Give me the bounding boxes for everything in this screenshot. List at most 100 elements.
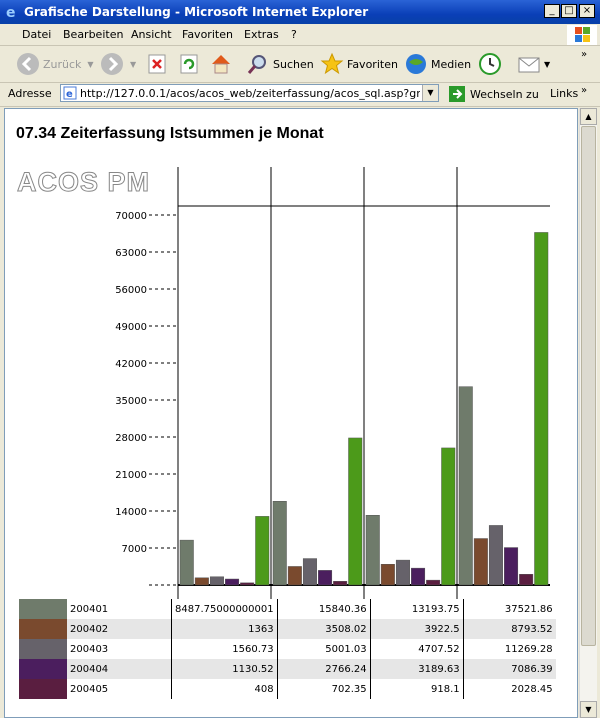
value-cell: 3922.5 xyxy=(369,619,464,639)
legend-swatch xyxy=(19,679,67,699)
window-title: Grafische Darstellung - Microsoft Intern… xyxy=(24,5,369,19)
bar xyxy=(458,386,473,586)
page-content: 07.34 Zeiterfassung Istsummen je Monat A… xyxy=(4,108,578,718)
row-label: 200404 xyxy=(67,659,172,679)
svg-text:e: e xyxy=(66,89,73,100)
toolbar-chevron-icon[interactable]: » xyxy=(581,49,587,60)
y-tick-label: 21000 xyxy=(115,470,147,481)
media-icon xyxy=(406,54,426,74)
menu-extras[interactable]: Extras xyxy=(244,28,279,41)
search-icon xyxy=(247,55,266,74)
menu-bar: Datei Bearbeiten Ansicht Favoriten Extra… xyxy=(0,24,600,46)
links-chevron-icon[interactable]: » xyxy=(581,85,587,96)
value-cell: 5001.03 xyxy=(276,639,371,659)
star-icon xyxy=(320,52,344,75)
go-button[interactable]: Wechseln zu xyxy=(448,84,539,104)
bar xyxy=(240,582,255,586)
windows-logo-icon xyxy=(567,25,597,45)
bar xyxy=(318,570,333,586)
links-label[interactable]: Links xyxy=(550,87,578,100)
favorites-button[interactable]: Favoriten xyxy=(320,50,398,78)
bar xyxy=(380,564,395,586)
bar xyxy=(365,515,380,586)
bar xyxy=(333,581,348,586)
home-button[interactable] xyxy=(209,50,233,78)
address-url: http://127.0.0.1/acos/acos_web/zeiterfas… xyxy=(80,87,420,100)
bar xyxy=(519,574,534,586)
value-cell: 7086.39 xyxy=(462,659,556,679)
y-tick-label: 28000 xyxy=(115,433,147,444)
back-button[interactable]: Zurück ▼ xyxy=(16,50,94,78)
value-cell: 408 xyxy=(171,679,278,699)
forward-arrow-icon xyxy=(101,53,123,75)
bar xyxy=(473,538,488,586)
legend-swatch xyxy=(19,639,67,659)
y-tick-label: 35000 xyxy=(115,396,147,407)
history-button[interactable] xyxy=(478,50,502,78)
table-row: 200401 8487.75000000001 15840.36 13193.75 37… xyxy=(19,599,556,619)
svg-text:e: e xyxy=(6,5,16,20)
back-arrow-icon xyxy=(17,53,39,75)
menu-ansicht[interactable]: Ansicht xyxy=(131,28,172,41)
media-button[interactable]: Medien xyxy=(404,50,471,78)
legend-swatch xyxy=(19,599,67,619)
mail-button[interactable]: ▼ xyxy=(516,50,550,78)
value-cell: 11269.28 xyxy=(462,639,556,659)
row-label: 200402 xyxy=(67,619,172,639)
bar xyxy=(255,516,270,586)
stop-icon xyxy=(148,54,166,74)
bar xyxy=(348,437,363,586)
scroll-thumb[interactable] xyxy=(581,126,596,646)
menu-bearbeiten[interactable]: Bearbeiten xyxy=(63,28,123,41)
value-cell: 1363 xyxy=(171,619,278,639)
bar xyxy=(179,539,194,586)
search-button[interactable]: Suchen xyxy=(246,50,314,78)
address-label: Adresse xyxy=(8,87,52,100)
menu-datei[interactable]: Datei xyxy=(22,28,51,41)
value-cell: 3508.02 xyxy=(276,619,371,639)
ie-icon: e xyxy=(6,5,16,20)
scroll-up-button[interactable]: ▲ xyxy=(580,108,597,125)
y-tick-label: 56000 xyxy=(115,285,147,296)
vertical-scrollbar[interactable]: ▲ ▼ xyxy=(579,108,597,718)
mail-icon xyxy=(518,57,540,73)
y-tick-label: 7000 xyxy=(122,544,147,555)
close-button[interactable]: × xyxy=(579,4,595,18)
value-cell: 1560.73 xyxy=(171,639,278,659)
y-tick-label: 42000 xyxy=(115,359,147,370)
bar xyxy=(411,567,426,586)
value-cell: 15840.36 xyxy=(276,599,371,619)
value-cell: 1130.52 xyxy=(171,659,278,679)
history-icon xyxy=(479,53,501,75)
table-row: 200403 1560.73 5001.03 4707.52 11269.28 xyxy=(19,639,556,659)
scroll-down-button[interactable]: ▼ xyxy=(580,701,597,718)
data-table: 200401 8487.75000000001 15840.36 13193.75 37… xyxy=(19,599,556,699)
menu-help[interactable]: ? xyxy=(291,28,297,41)
bar xyxy=(209,576,224,586)
y-tick-label: 14000 xyxy=(115,507,147,518)
bar xyxy=(194,577,209,586)
bar xyxy=(488,525,503,586)
refresh-icon xyxy=(180,54,198,74)
minimize-button[interactable]: _ xyxy=(544,4,560,18)
forward-button[interactable]: ▼ xyxy=(100,50,136,78)
value-cell: 8793.52 xyxy=(462,619,556,639)
value-cell: 918.1 xyxy=(369,679,464,699)
value-cell: 37521.86 xyxy=(462,599,556,619)
refresh-button[interactable] xyxy=(178,50,200,78)
address-input[interactable]: e http://127.0.0.1/acos/acos_web/zeiterf… xyxy=(60,84,439,102)
bar xyxy=(441,447,456,586)
row-label: 200401 xyxy=(70,603,109,615)
stop-button[interactable] xyxy=(146,50,168,78)
bar xyxy=(272,501,287,586)
value-cell: 13193.75 xyxy=(369,599,464,619)
maximize-button[interactable]: □ xyxy=(561,4,577,18)
address-bar: Adresse e http://127.0.0.1/acos/acos_web… xyxy=(0,82,600,107)
title-bar: e Grafische Darstellung - Microsoft Inte… xyxy=(0,0,600,24)
table-row: 200402 1363 3508.02 3922.5 8793.52 xyxy=(19,619,556,639)
bar xyxy=(426,579,441,586)
bar xyxy=(225,578,240,586)
home-icon xyxy=(212,55,230,74)
address-dropdown-icon[interactable]: ▼ xyxy=(422,85,438,101)
menu-favoriten[interactable]: Favoriten xyxy=(182,28,233,41)
